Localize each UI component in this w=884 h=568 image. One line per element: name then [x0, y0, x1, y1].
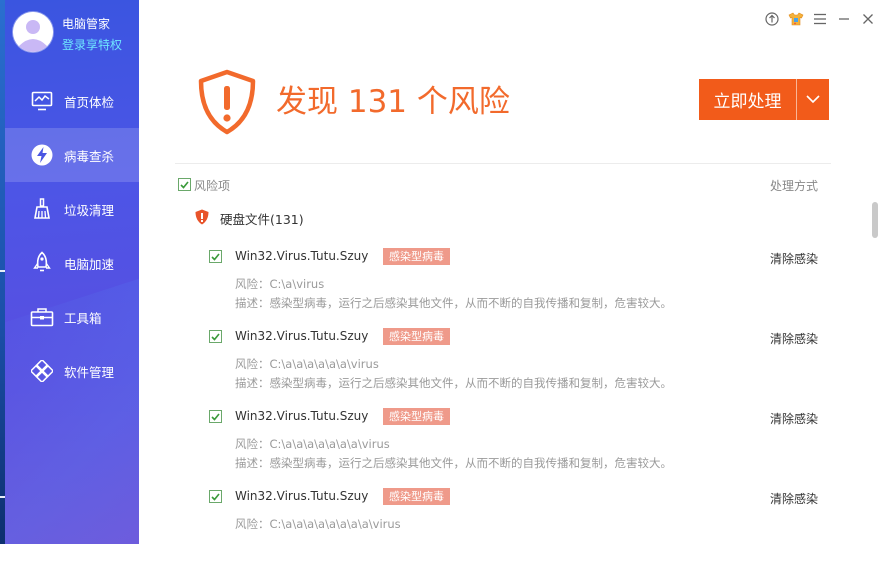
risk-list: Win32.Virus.Tutu.Szuy 感染型病毒 清除感染 风险：C:\a… [208, 248, 820, 568]
col-method-header: 处理方式 [769, 179, 818, 193]
sidebar-nav: 首页体检 病毒查杀 垃圾清理 电脑加速 工具箱 软件管理 [5, 74, 139, 398]
rocket-icon [29, 250, 55, 276]
sidebar-item-virus-scan[interactable]: 病毒查杀 [5, 128, 139, 182]
virus-type-badge: 感染型病毒 [383, 248, 450, 265]
sidebar-item-junk-cleanup[interactable]: 垃圾清理 [5, 182, 139, 236]
list-scrollbar[interactable] [872, 202, 878, 238]
sidebar: 电脑管家 登录享特权 首页体检 病毒查杀 垃圾清理 电脑加速 工具箱 软件管理 [5, 0, 139, 544]
risk-path: 风险：C:\a\virus [235, 277, 325, 291]
virus-type-badge: 感染型病毒 [383, 408, 450, 425]
avatar[interactable] [13, 12, 53, 52]
sidebar-item-label: 垃圾清理 [64, 202, 115, 218]
close-icon[interactable] [859, 10, 876, 27]
sidebar-item-home-checkup[interactable]: 首页体检 [5, 74, 139, 128]
virus-name: Win32.Virus.Tutu.Szuy [235, 489, 369, 503]
warning-shield-icon [196, 69, 258, 135]
check-icon [211, 252, 220, 261]
risk-path: 风险：C:\a\a\a\a\a\a\a\a\virus [235, 517, 401, 531]
minimize-icon[interactable] [835, 10, 852, 27]
check-icon [180, 180, 189, 189]
sidebar-item-label: 首页体检 [64, 94, 115, 110]
col-risk-header: 风险项 [194, 179, 231, 193]
app-name: 电脑管家 [62, 17, 111, 31]
item-checkbox[interactable] [209, 330, 222, 343]
sidebar-item-label: 工具箱 [64, 310, 102, 326]
check-icon [211, 492, 220, 501]
sidebar-item-label: 电脑加速 [64, 256, 115, 272]
risk-description: 描述：感染型病毒，运行之后感染其他文件，从而不断的自我传播和复制，危害较大。 [235, 296, 672, 310]
group-label: 硬盘文件(131) [220, 212, 304, 227]
list-item: Win32.Virus.Tutu.Szuy 感染型病毒 清除感染 风险：C:\a… [208, 488, 820, 568]
check-icon [211, 412, 220, 421]
item-checkbox[interactable] [209, 490, 222, 503]
sidebar-item-speed-up[interactable]: 电脑加速 [5, 236, 139, 290]
select-all-checkbox[interactable] [178, 178, 191, 191]
sidebar-item-toolbox[interactable]: 工具箱 [5, 290, 139, 344]
header-divider [175, 163, 831, 164]
profile: 电脑管家 登录享特权 [13, 12, 139, 56]
risk-path: 风险：C:\a\a\a\a\a\a\a\virus [235, 437, 390, 451]
risk-summary-headline: 发现 131 个风险 [276, 84, 510, 120]
upload-icon[interactable] [763, 10, 780, 27]
check-icon [211, 332, 220, 341]
chevron-down-icon[interactable] [797, 79, 829, 120]
list-item: Win32.Virus.Tutu.Szuy 感染型病毒 清除感染 风险：C:\a… [208, 328, 820, 408]
broom-icon [29, 196, 55, 222]
monitor-icon [29, 88, 55, 114]
item-checkbox[interactable] [209, 250, 222, 263]
menu-icon[interactable] [811, 10, 828, 27]
virus-name: Win32.Virus.Tutu.Szuy [235, 249, 369, 263]
clean-infection-action[interactable]: 清除感染 [770, 410, 818, 427]
virus-name: Win32.Virus.Tutu.Szuy [235, 409, 369, 423]
sidebar-item-software-manager[interactable]: 软件管理 [5, 344, 139, 398]
software-icon [29, 358, 55, 384]
fix-now-button[interactable]: 立即处理 [699, 79, 829, 120]
table-header: 风险项 处理方式 [178, 176, 818, 194]
list-item: Win32.Virus.Tutu.Szuy 感染型病毒 清除感染 风险：C:\a… [208, 248, 820, 328]
risk-description: 描述：感染型病毒，运行之后感染其他文件，从而不断的自我传播和复制，危害较大。 [235, 456, 672, 470]
clean-infection-action[interactable]: 清除感染 [770, 250, 818, 267]
clean-infection-action[interactable]: 清除感染 [770, 330, 818, 347]
user-avatar-icon [13, 12, 53, 52]
toolbox-icon [29, 304, 55, 330]
risk-path: 风险：C:\a\a\a\a\a\a\virus [235, 357, 379, 371]
risk-description: 描述：感染型病毒，运行之后感染其他文件，从而不断的自我传播和复制，危害较大。 [235, 376, 672, 390]
fix-now-label: 立即处理 [713, 92, 782, 112]
virus-type-badge: 感染型病毒 [383, 328, 450, 345]
item-checkbox[interactable] [209, 410, 222, 423]
skin-icon[interactable] [787, 10, 804, 27]
lightning-shield-icon [29, 142, 55, 168]
virus-type-badge: 感染型病毒 [383, 488, 450, 505]
clean-infection-action[interactable]: 清除感染 [770, 490, 818, 507]
alert-shield-icon [195, 209, 209, 225]
sidebar-item-label: 病毒查杀 [64, 148, 115, 164]
virus-name: Win32.Virus.Tutu.Szuy [235, 329, 369, 343]
window-controls [763, 10, 876, 27]
list-item: Win32.Virus.Tutu.Szuy 感染型病毒 清除感染 风险：C:\a… [208, 408, 820, 488]
login-link[interactable]: 登录享特权 [62, 36, 122, 53]
sidebar-item-label: 软件管理 [64, 364, 115, 380]
